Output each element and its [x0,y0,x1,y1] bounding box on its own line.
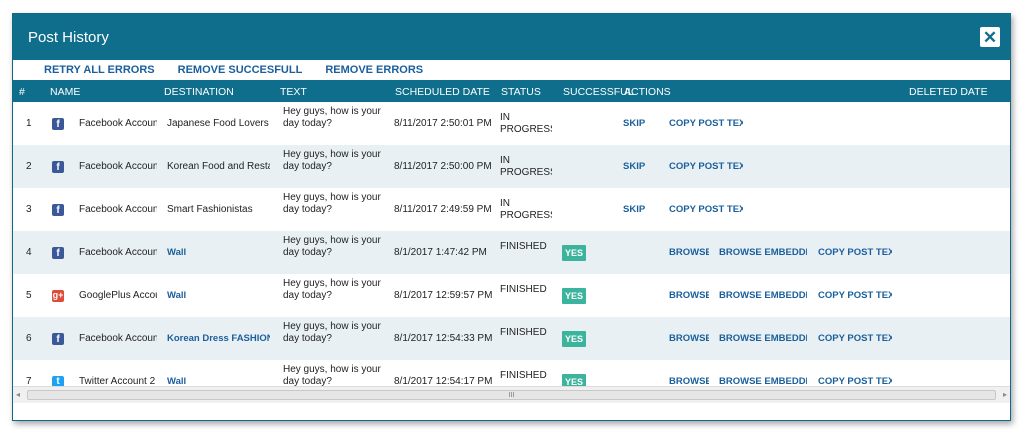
retry-all-errors-link[interactable]: RETRY ALL ERRORS [44,64,155,76]
facebook-icon: f [52,246,64,259]
destination: Korean Food and Restaur [167,161,270,172]
googleplus-icon: g+ [52,289,64,302]
dialog-title: Post History [28,28,109,46]
row-number: 3 [26,204,32,215]
col-scheduled-date[interactable]: SCHEDULED DATE [395,86,490,98]
copy-post-text-link[interactable]: COPY POST TEXT [669,188,743,231]
copy-post-text-link[interactable]: COPY POST TEXT [669,102,743,145]
row-number: 2 [26,161,32,172]
account-name: Facebook Account [79,333,157,344]
destination[interactable]: Wall [167,231,270,274]
status: FINISHED [500,284,547,295]
copy-post-text-link[interactable]: COPY POST TEXT [818,317,892,360]
close-icon[interactable]: ✕ [980,27,1000,47]
facebook-icon: f [52,160,64,173]
table-row: 1 f Facebook Account Japanese Food Lovers b… [13,102,1010,145]
browse-link[interactable]: BROWSE [669,317,709,360]
horizontal-scrollbar[interactable]: ◂ III ▸ [13,386,1010,403]
col-deleted-date[interactable]: DELETED DATE [909,86,988,98]
status: IN PROGRESS [500,198,552,221]
skip-link[interactable]: SKIP [623,102,647,145]
post-history-dialog: Post History ✕ RETRY ALL ERRORS REMOVE S… [12,13,1011,421]
success-badge: YES [562,287,587,304]
grid-body: 1 f Facebook Account Japanese Food Lovers b… [13,102,1010,403]
facebook-icon: f [52,203,64,216]
scroll-right-icon[interactable]: ▸ [1003,390,1007,399]
account-name: GooglePlus Accou [79,290,157,301]
destination: Japanese Food Lovers by [167,118,270,129]
skip-link[interactable]: SKIP [623,188,647,231]
col-text[interactable]: TEXT [280,86,307,98]
account-name: Facebook Account [79,204,157,215]
destination[interactable]: Wall [167,274,270,317]
destination: Smart Fashionistas [167,204,253,215]
scheduled-date: 8/11/2017 2:49:59 PM [394,204,492,215]
table-row: 6 f Facebook Account Korean Dress FASHION° H… [13,317,1010,360]
status: IN PROGRESS [500,112,552,135]
row-number: 6 [26,333,32,344]
status: FINISHED [500,241,547,252]
scheduled-date: 8/11/2017 2:50:01 PM [394,118,492,129]
success-badge: YES [562,244,587,261]
post-text: Hey guys, how is your day today? [283,321,381,344]
facebook-icon: f [52,332,64,345]
row-number: 1 [26,118,32,129]
destination[interactable]: Korean Dress FASHION° [167,317,270,360]
browse-link[interactable]: BROWSE [669,274,709,317]
post-text: Hey guys, how is your day today? [283,106,381,129]
row-number: 4 [26,247,32,258]
grid-header: # NAME DESTINATION TEXT SCHEDULED DATE S… [13,80,1010,102]
table-row: 4 f Facebook Account Wall Hey guys, how is y… [13,231,1010,274]
remove-successful-link[interactable]: REMOVE SUCCESFULL [178,64,303,76]
browse-embedded-link[interactable]: BROWSE EMBEDDED [719,274,807,317]
account-name: Facebook Account [79,247,157,258]
browse-embedded-link[interactable]: BROWSE EMBEDDED [719,231,807,274]
success-badge: YES [562,330,587,347]
copy-post-text-link[interactable]: COPY POST TEXT [818,231,892,274]
remove-errors-link[interactable]: REMOVE ERRORS [325,64,423,76]
post-history-grid: # NAME DESTINATION TEXT SCHEDULED DATE S… [13,80,1010,403]
scheduled-date: 8/1/2017 12:59:57 PM [394,290,493,301]
scheduled-date: 8/1/2017 1:47:42 PM [394,247,487,258]
copy-post-text-link[interactable]: COPY POST TEXT [669,145,743,188]
facebook-icon: f [52,117,64,130]
post-text: Hey guys, how is your day today? [283,278,381,301]
dialog-titlebar: Post History ✕ [13,14,1010,60]
status: IN PROGRESS [500,155,552,178]
status: FINISHED [500,327,547,338]
scrollbar-thumb[interactable]: III [27,390,996,400]
col-name[interactable]: NAME [50,86,80,98]
browse-embedded-link[interactable]: BROWSE EMBEDDED [719,317,807,360]
account-name: Facebook Account [79,161,157,172]
table-row: 5 g+ GooglePlus Accou Wall Hey guys, how is … [13,274,1010,317]
post-text: Hey guys, how is your day today? [283,149,381,172]
row-number: 5 [26,290,32,301]
copy-post-text-link[interactable]: COPY POST TEXT [818,274,892,317]
post-text: Hey guys, how is your day today? [283,192,381,215]
col-num[interactable]: # [19,86,25,98]
skip-link[interactable]: SKIP [623,145,647,188]
account-name: Facebook Account [79,118,157,129]
scheduled-date: 8/11/2017 2:50:00 PM [394,161,492,172]
action-bar: RETRY ALL ERRORS REMOVE SUCCESFULL REMOV… [13,60,1010,80]
col-destination[interactable]: DESTINATION [164,86,234,98]
post-text: Hey guys, how is your day today? [283,235,381,258]
grip-icon: III [508,391,515,399]
scheduled-date: 8/1/2017 12:54:33 PM [394,333,493,344]
col-actions[interactable]: ACTIONS [624,86,671,98]
scroll-left-icon[interactable]: ◂ [16,390,20,399]
browse-link[interactable]: BROWSE [669,231,709,274]
col-status[interactable]: STATUS [501,86,541,98]
table-row: 3 f Facebook Account Smart Fashionistas Hey … [13,188,1010,231]
table-row: 2 f Facebook Account Korean Food and Restau… [13,145,1010,188]
